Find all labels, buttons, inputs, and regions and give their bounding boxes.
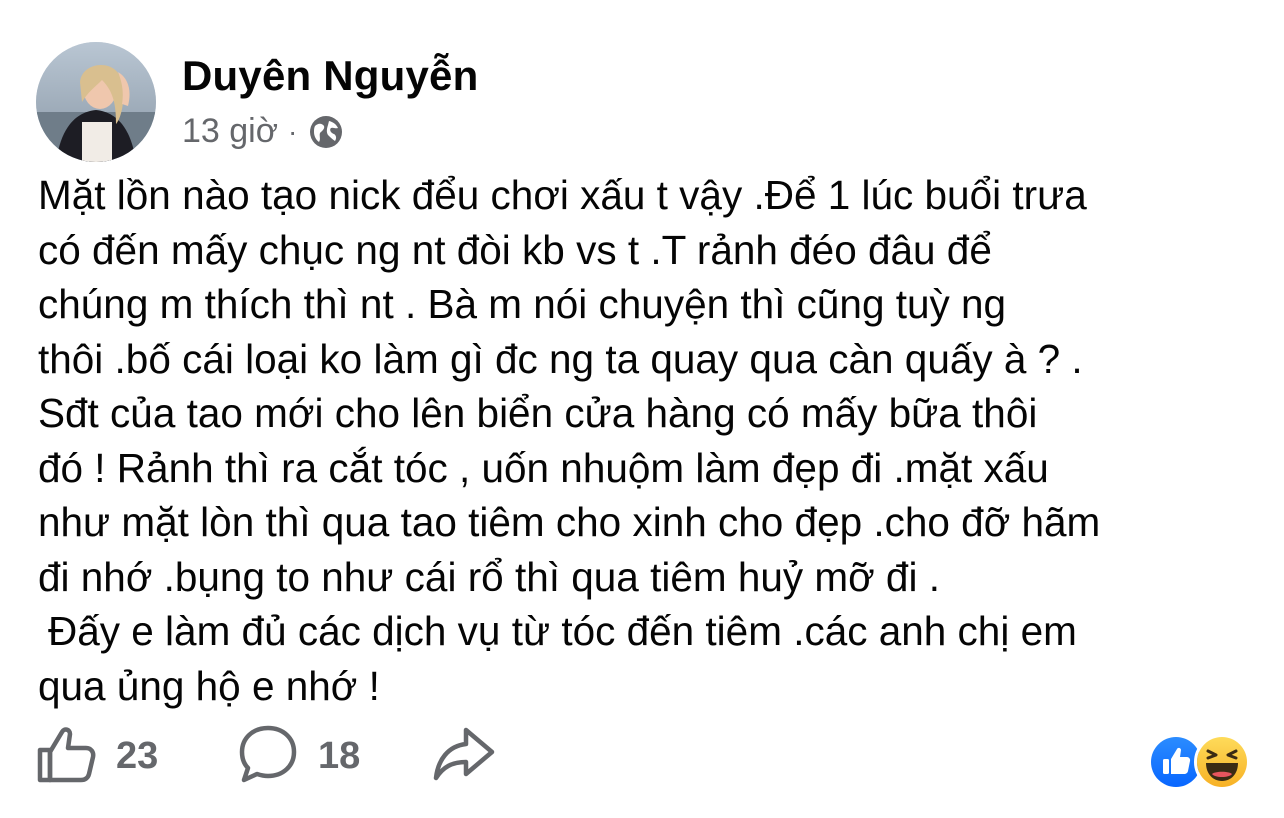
post-text-line: đi nhớ .bụng to như cái rổ thì qua tiêm … (38, 553, 940, 600)
thumbs-up-icon (34, 722, 98, 791)
post-text-line: như mặt lòn thì qua tao tiêm cho xinh ch… (38, 499, 1101, 545)
comment-bubble-icon (236, 722, 300, 791)
post-text-line: Đấy e làm đủ các dịch vụ từ tóc đến tiêm… (48, 608, 1077, 654)
reaction-summary[interactable] (1148, 734, 1250, 790)
post-text-line: có đến mấy chục ng nt đòi kb vs t .T rản… (38, 226, 992, 273)
like-count: 23 (116, 735, 159, 777)
post-meta: 13 giờ · (182, 112, 345, 151)
post-text-line: qua ủng hộ e nhớ ! (38, 662, 380, 709)
comment-count: 18 (318, 735, 361, 777)
post-text-line: đó ! Rảnh thì ra cắt tóc , uốn nhuộm làm… (38, 444, 1049, 491)
facebook-post: Duyên Nguyễn 13 giờ · Mặt lồn nào tạo ni… (0, 0, 1284, 818)
post-text-line: Mặt lồn nào tạo nick đểu chơi xấu t vậy … (38, 172, 1087, 218)
author-avatar[interactable] (36, 42, 156, 162)
haha-reaction-icon (1194, 734, 1250, 790)
avatar-photo (36, 42, 156, 162)
meta-separator: · (288, 115, 298, 147)
globe-icon[interactable] (307, 113, 345, 151)
like-button[interactable]: 23 (34, 722, 158, 791)
post-text-line: thôi .bố cái loại ko làm gì đc ng ta qua… (38, 335, 1083, 382)
post-text-line: chúng m thích thì nt . Bà m nói chuyện t… (38, 281, 1007, 327)
comment-button[interactable]: 18 (236, 722, 360, 791)
post-body: Mặt lồn nào tạo nick đểu chơi xấu t vậy … (38, 168, 1258, 713)
post-timestamp[interactable]: 13 giờ (182, 112, 278, 151)
action-bar: 23 18 (0, 722, 1284, 798)
share-button[interactable] (432, 722, 496, 791)
share-arrow-icon (432, 722, 496, 791)
post-text-line: Sđt của tao mới cho lên biển cửa hàng có… (38, 390, 1038, 436)
author-name[interactable]: Duyên Nguyễn (182, 52, 478, 100)
